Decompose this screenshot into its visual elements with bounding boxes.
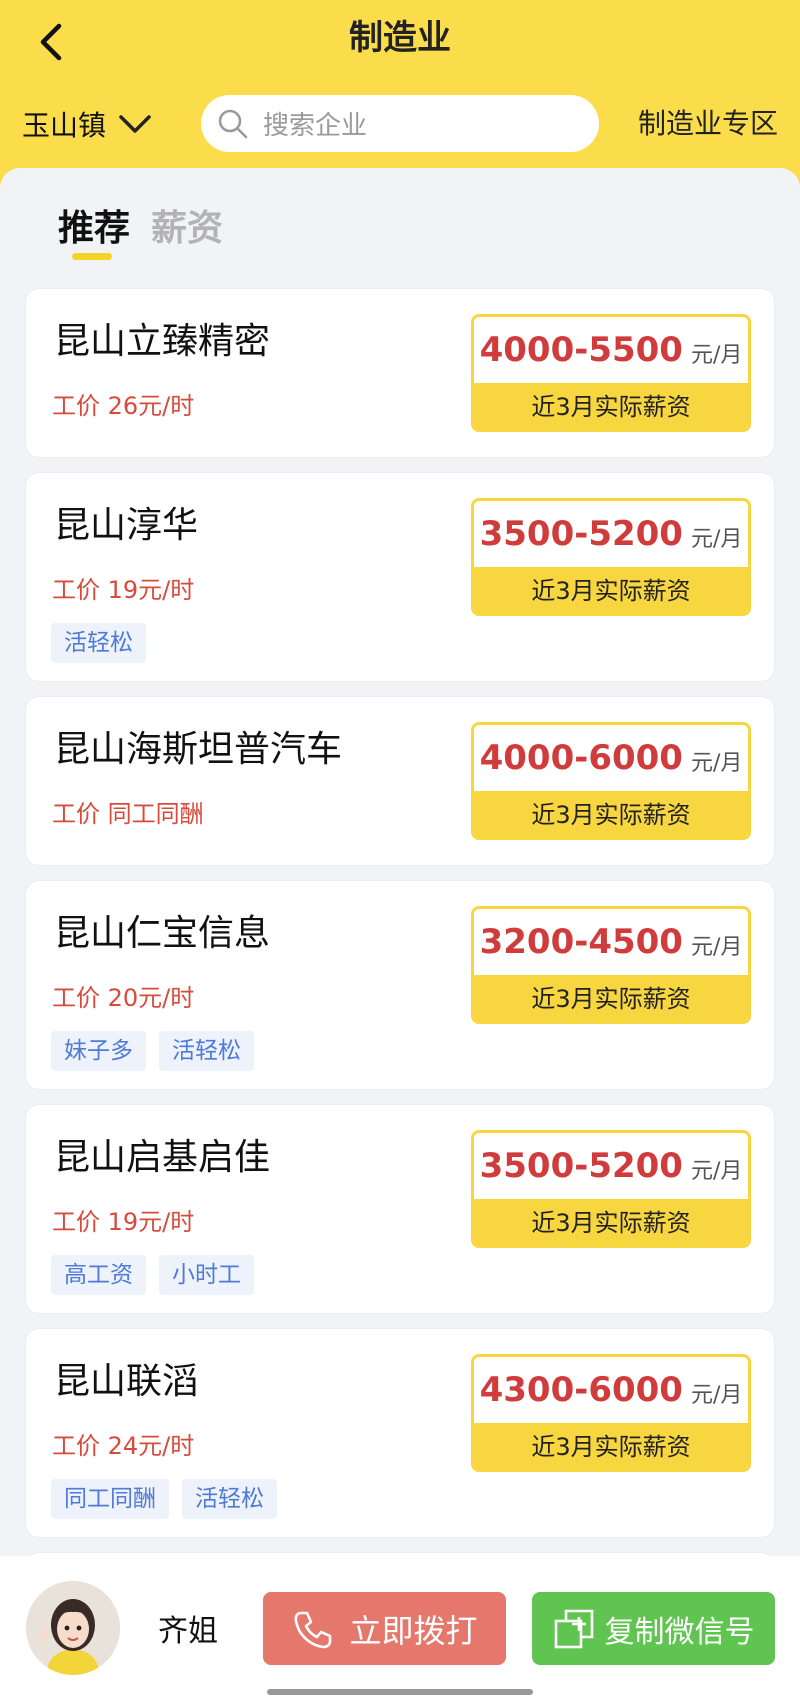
salary-unit: 元/月	[690, 1159, 743, 1184]
search-icon	[218, 109, 248, 138]
tab-bar: 推荐 薪资	[0, 168, 800, 286]
salary-note: 近3月实际薪资	[474, 1423, 748, 1469]
company-card[interactable]: 昆山启基启佳 工价 19元/时 高工资 小时工 3500-5200 元/月 近3…	[25, 1104, 775, 1314]
salary-range: 4300-6000	[479, 1370, 683, 1410]
copy-icon	[554, 1609, 593, 1648]
salary-range: 3200-4500	[479, 922, 683, 962]
company-card[interactable]: 昆山仁宝信息 工价 20元/时 妹子多 活轻松 3200-4500 元/月 近3…	[25, 880, 775, 1090]
company-name: 昆山联滔	[54, 1361, 199, 1402]
search-input[interactable]: 搜索企业	[201, 95, 599, 152]
salary-box: 3500-5200 元/月 近3月实际薪资	[471, 1130, 751, 1248]
contact-bar: 齐姐 立即拨打 复制微信号	[0, 1556, 800, 1699]
salary-unit: 元/月	[690, 1383, 743, 1408]
salary-range: 4000-6000	[479, 738, 683, 778]
salary-box: 4300-6000 元/月 近3月实际薪资	[471, 1354, 751, 1472]
tag: 活轻松	[182, 1479, 277, 1519]
tag: 高工资	[51, 1255, 146, 1295]
salary-note: 近3月实际薪资	[474, 383, 748, 429]
tag: 活轻松	[51, 623, 146, 663]
copy-wechat-button[interactable]: 复制微信号	[532, 1592, 775, 1665]
tag-list: 同工同酬 活轻松	[51, 1479, 277, 1519]
salary-note: 近3月实际薪资	[474, 1199, 748, 1245]
call-button-label: 立即拨打	[349, 1611, 478, 1650]
tag: 妹子多	[51, 1031, 146, 1071]
salary-unit: 元/月	[690, 935, 743, 960]
company-card[interactable]: 昆山海斯坦普汽车 工价 同工同酬 4000-6000 元/月 近3月实际薪资	[25, 696, 775, 866]
search-placeholder: 搜索企业	[263, 111, 368, 141]
hourly-wage: 工价 同工同酬	[52, 800, 204, 828]
salary-range: 3500-5200	[479, 1146, 683, 1186]
salary-unit: 元/月	[690, 527, 743, 552]
manufacturing-zone-link[interactable]: 制造业专区	[638, 102, 778, 146]
tag-list: 妹子多 活轻松	[51, 1031, 254, 1071]
town-label: 玉山镇	[22, 109, 107, 142]
salary-unit: 元/月	[690, 343, 743, 368]
company-card[interactable]: 昆山立臻精密 工价 26元/时 4000-5500 元/月 近3月实际薪资	[25, 288, 775, 458]
company-name: 昆山立臻精密	[54, 321, 271, 362]
tab-recommend[interactable]: 推荐	[58, 204, 130, 254]
call-button[interactable]: 立即拨打	[263, 1592, 506, 1665]
copy-wechat-label: 复制微信号	[604, 1614, 755, 1650]
hourly-wage: 工价 26元/时	[52, 392, 195, 420]
salary-note: 近3月实际薪资	[474, 567, 748, 613]
company-name: 昆山仁宝信息	[54, 913, 271, 954]
page-title: 制造业	[349, 18, 451, 58]
company-card[interactable]: 昆山淳华 工价 19元/时 活轻松 3500-5200 元/月 近3月实际薪资	[25, 472, 775, 682]
tag-list: 高工资 小时工	[51, 1255, 254, 1295]
company-name: 昆山启基启佳	[54, 1137, 271, 1178]
salary-box: 3200-4500 元/月 近3月实际薪资	[471, 906, 751, 1024]
company-name: 昆山淳华	[54, 505, 199, 546]
salary-unit: 元/月	[690, 751, 743, 776]
tab-salary[interactable]: 薪资	[151, 204, 223, 254]
salary-note: 近3月实际薪资	[474, 975, 748, 1021]
hourly-wage: 工价 20元/时	[52, 984, 195, 1012]
phone-icon	[295, 1611, 332, 1648]
salary-box: 4000-5500 元/月 近3月实际薪资	[471, 314, 751, 432]
salary-range: 4000-5500	[479, 330, 683, 370]
salary-range: 3500-5200	[479, 514, 683, 554]
hourly-wage: 工价 24元/时	[52, 1432, 195, 1460]
salary-note: 近3月实际薪资	[474, 791, 748, 837]
company-card[interactable]: 昆山联滔 工价 24元/时 同工同酬 活轻松 4300-6000 元/月 近3月…	[25, 1328, 775, 1538]
tag-list: 活轻松	[51, 623, 146, 663]
tag: 同工同酬	[51, 1479, 169, 1519]
salary-box: 3500-5200 元/月 近3月实际薪资	[471, 498, 751, 616]
hourly-wage: 工价 19元/时	[52, 1208, 195, 1236]
tag: 活轻松	[159, 1031, 254, 1071]
tag: 小时工	[159, 1255, 254, 1295]
avatar	[26, 1581, 120, 1675]
town-selector[interactable]: 玉山镇	[22, 102, 152, 146]
home-indicator	[267, 1689, 533, 1695]
active-tab-indicator	[72, 253, 112, 260]
salary-box: 4000-6000 元/月 近3月实际薪资	[471, 722, 751, 840]
chevron-down-icon	[118, 113, 152, 135]
company-name: 昆山海斯坦普汽车	[54, 729, 343, 770]
agent-name: 齐姐	[158, 1614, 218, 1649]
hourly-wage: 工价 19元/时	[52, 576, 195, 604]
